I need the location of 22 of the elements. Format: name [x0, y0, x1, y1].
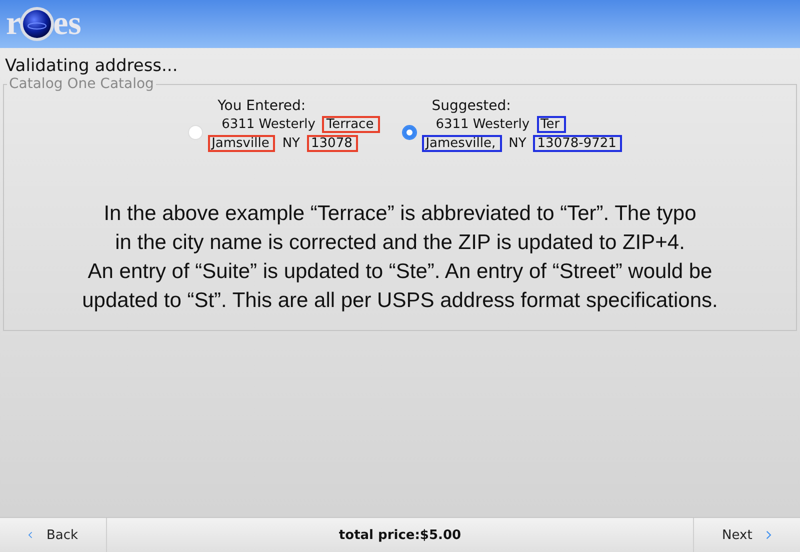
- logo-text: es: [53, 7, 82, 41]
- total-price: total price:$5.00: [338, 526, 462, 544]
- highlighted-address-part: Terrace: [322, 116, 380, 133]
- address-part: 6311 Westerly: [220, 116, 316, 133]
- address-part: NY: [508, 135, 528, 152]
- highlighted-address-part: 13078: [307, 135, 358, 152]
- option-heading: Suggested:: [432, 98, 512, 114]
- explanation-text: In the above example “Terrace” is abbreviated to “Ter”. The typo in the city name is corrected and the ZIP is updated to ZIP+4. An entry of “Suite” is updated to “Ste”. An entry of “Street” would be updated to “St”. This are all per USPS address format specifications.: [81, 201, 719, 314]
- group-title: Catalog One Catalog: [8, 76, 155, 92]
- logo-text: r: [6, 7, 22, 41]
- address-part: 6311 Westerly: [434, 116, 531, 133]
- status-text: Validating address...: [4, 56, 179, 76]
- highlighted-address-part: Jamsville: [208, 135, 276, 152]
- highlighted-address-part: Jamesville,: [422, 135, 502, 152]
- highlighted-address-part: Ter: [536, 116, 566, 133]
- back-button[interactable]: Back: [0, 518, 107, 552]
- option-heading: You Entered:: [218, 98, 307, 114]
- address-part: NY: [281, 135, 301, 152]
- sphere-icon: [19, 6, 56, 42]
- radio-button[interactable]: [402, 125, 417, 140]
- highlighted-address-part: 13078-9721: [533, 135, 622, 152]
- next-button[interactable]: Next: [693, 518, 800, 552]
